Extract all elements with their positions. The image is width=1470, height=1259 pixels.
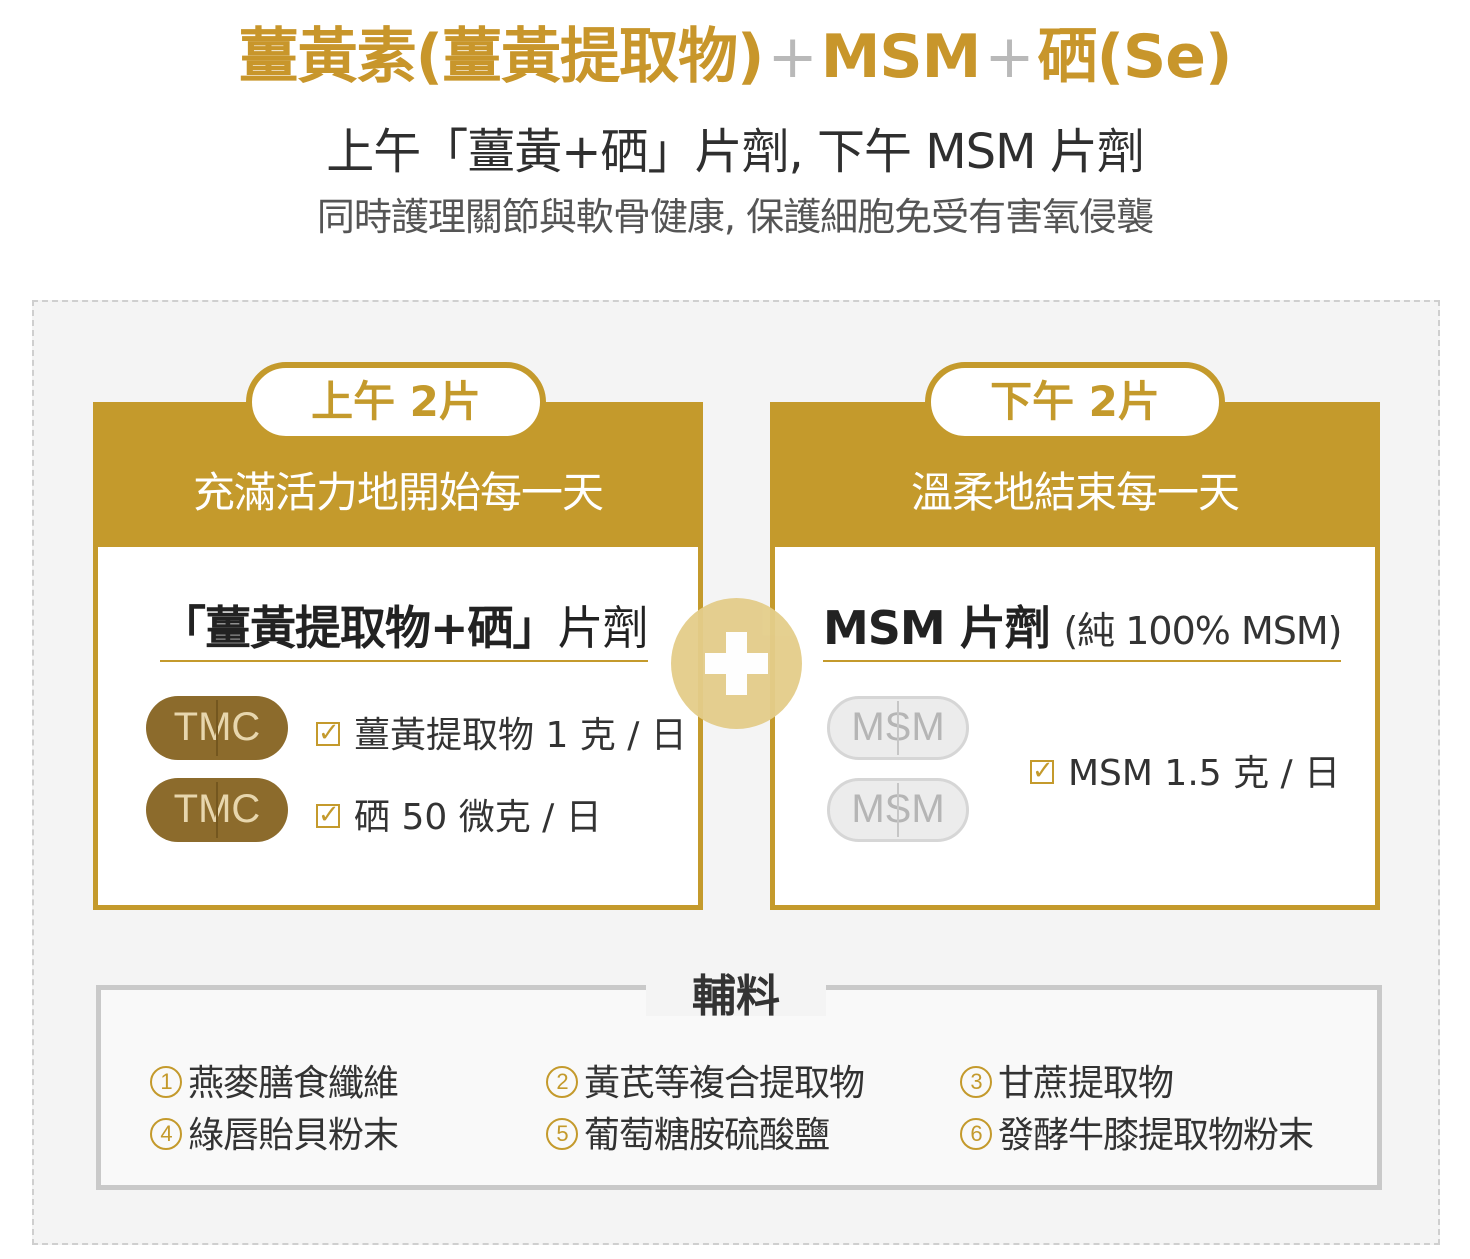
morning-product-form: 片劑 <box>557 601 649 655</box>
msm-tablet-icon: MSM <box>827 778 969 842</box>
page-description: 同時護理關節與軟骨健康, 保護細胞免受有害氧侵襲 <box>316 195 1154 239</box>
checkbox-icon: ✓ <box>316 800 340 830</box>
tmc-tablet-icon: TMC <box>146 696 288 760</box>
excipient-item: 4 綠唇貽貝粉末 <box>150 1106 399 1158</box>
morning-ingredient-2-text: 硒 50 微克 / 日 <box>354 797 602 838</box>
evening-product-note: (純 100% MSM) <box>1063 609 1342 653</box>
excipients-title: 輔料 <box>646 960 826 1022</box>
evening-tab: 下午 2片 <box>925 362 1225 442</box>
number-badge-icon: 3 <box>960 1066 992 1098</box>
number-badge-icon: 4 <box>150 1118 182 1150</box>
msm-tablet-icon: MSM <box>827 696 969 760</box>
evening-ingredient-1: ✓ MSM 1.5 克 / 日 <box>1030 744 1340 796</box>
number-badge-icon: 5 <box>546 1118 578 1150</box>
morning-product-title: 「薑黃提取物+硒」片劑 <box>160 592 649 662</box>
evening-product-name: MSM 片劑 <box>823 601 1051 655</box>
title-plus-2: + <box>984 22 1034 92</box>
morning-ingredient-1-text: 薑黃提取物 1 克 / 日 <box>354 715 687 756</box>
plus-icon <box>671 598 802 729</box>
excipient-item: 2 黃芪等複合提取物 <box>546 1054 865 1106</box>
morning-ingredient-1: ✓ 薑黃提取物 1 克 / 日 <box>316 706 687 758</box>
evening-product-title: MSM 片劑 (純 100% MSM) <box>823 592 1342 662</box>
title-plus-1: + <box>767 22 817 92</box>
title-msm: MSM <box>820 22 982 92</box>
morning-tab: 上午 2片 <box>246 362 546 442</box>
page-subtitle: 上午「薑黃+硒」片劑, 下午 MSM 片劑 <box>326 124 1145 180</box>
excipient-item: 1 燕麥膳食纖維 <box>150 1054 399 1106</box>
checkbox-icon: ✓ <box>316 718 340 748</box>
evening-slogan: 溫柔地結束每一天 <box>910 468 1240 517</box>
excipient-item: 5 葡萄糖胺硫酸鹽 <box>546 1106 830 1158</box>
morning-product-name: 「薑黃提取物+硒」 <box>160 601 559 655</box>
title-selenium: 硒(Se) <box>1037 22 1233 92</box>
excipient-item: 6 發酵牛膝提取物粉末 <box>960 1106 1314 1158</box>
morning-ingredient-2: ✓ 硒 50 微克 / 日 <box>316 788 602 840</box>
number-badge-icon: 1 <box>150 1066 182 1098</box>
page-title: 薑黃素(薑黃提取物)+MSM+硒(Se) <box>0 8 1470 95</box>
excipient-item: 3 甘蔗提取物 <box>960 1054 1174 1106</box>
title-turmeric: 薑黃素(薑黃提取物) <box>238 22 765 92</box>
number-badge-icon: 2 <box>546 1066 578 1098</box>
evening-ingredient-1-text: MSM 1.5 克 / 日 <box>1068 753 1341 794</box>
tmc-tablet-icon: TMC <box>146 778 288 842</box>
number-badge-icon: 6 <box>960 1118 992 1150</box>
morning-slogan: 充滿活力地開始每一天 <box>192 468 604 517</box>
checkbox-icon: ✓ <box>1030 756 1054 786</box>
